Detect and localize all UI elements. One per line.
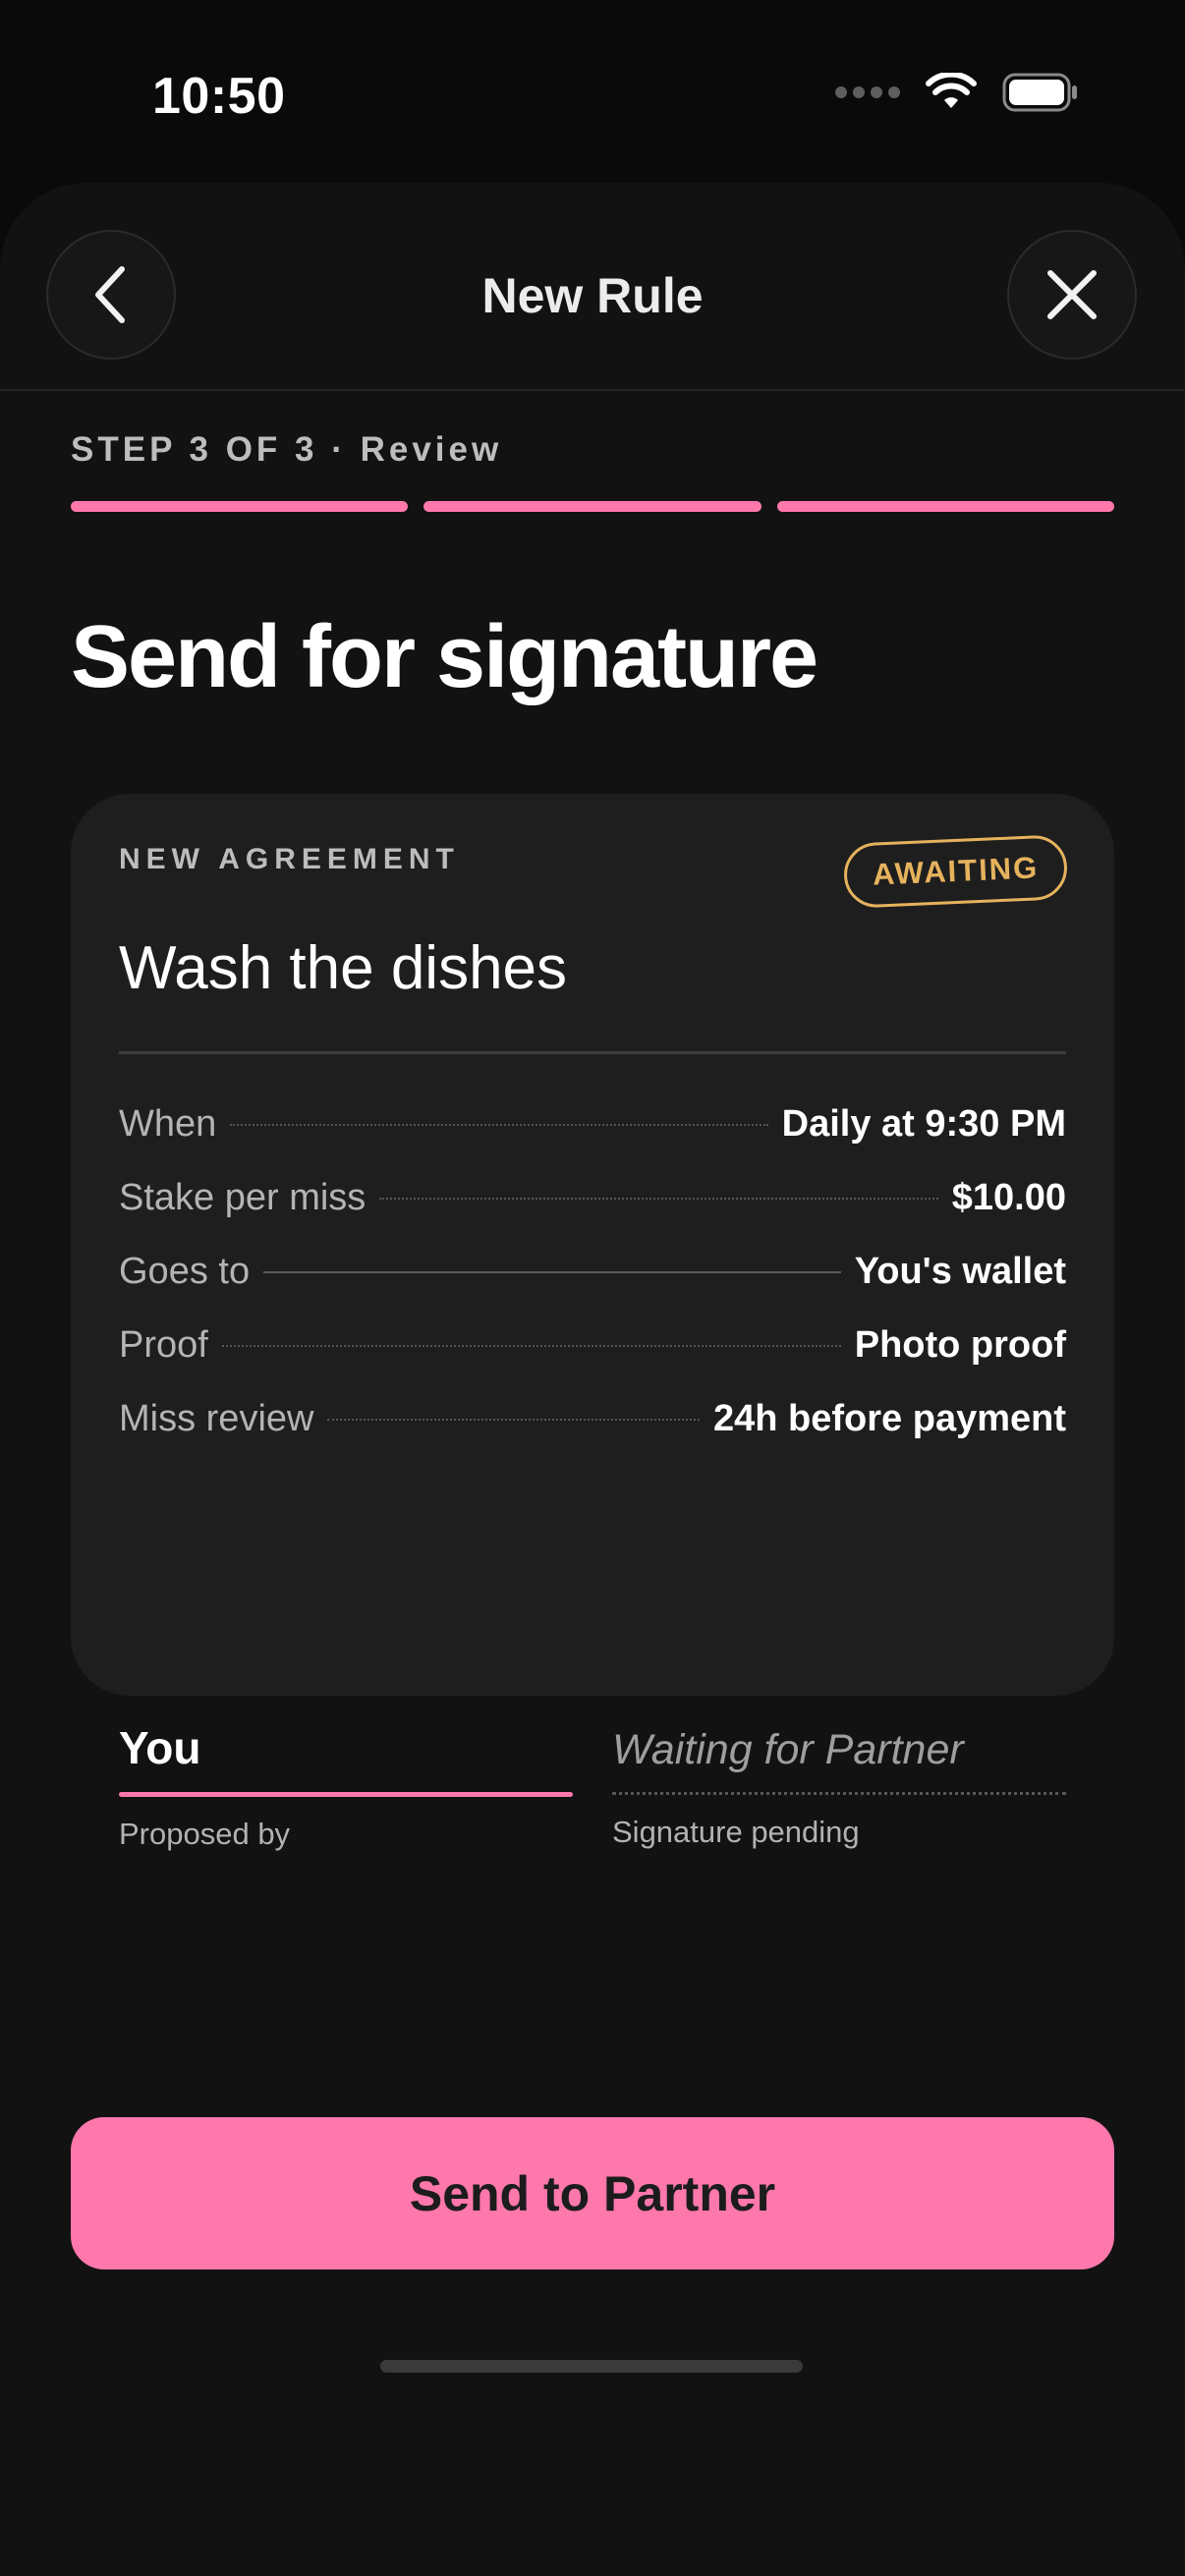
signature-caption: Proposed by — [119, 1817, 291, 1851]
screen: 10:50 New Rule STEP 3 OF 3 · Review Send… — [0, 0, 1185, 2576]
card-divider — [119, 1051, 1066, 1054]
wifi-icon — [926, 73, 977, 108]
detail-label: Miss review — [119, 1398, 314, 1439]
battery-icon — [1002, 73, 1077, 112]
signature-caption: Signature pending — [612, 1815, 860, 1849]
signature-line-signed — [119, 1792, 573, 1797]
status-badge: AWAITING — [842, 834, 1069, 909]
detail-label: Proof — [119, 1324, 208, 1366]
detail-label: Stake per miss — [119, 1177, 367, 1218]
cellular-signal-icon — [835, 86, 900, 98]
leader-line — [221, 1345, 841, 1347]
send-to-partner-button[interactable]: Send to Partner — [71, 2117, 1114, 2269]
detail-row-when: When Daily at 9:30 PM — [119, 1103, 1066, 1177]
signature-name-pending: Waiting for Partner — [612, 1726, 964, 1773]
detail-value: Photo proof — [854, 1324, 1066, 1366]
agreement-details: When Daily at 9:30 PM Stake per miss $10… — [119, 1103, 1066, 1472]
step-label: STEP 3 OF 3 · Review — [71, 430, 503, 469]
status-bar: 10:50 — [0, 0, 1185, 187]
page-title: Send for signature — [71, 608, 818, 706]
detail-value: $10.00 — [951, 1177, 1066, 1218]
detail-row-stake: Stake per miss $10.00 — [119, 1177, 1066, 1251]
close-icon — [1047, 270, 1097, 319]
progress-segment-2 — [423, 501, 762, 512]
home-indicator — [380, 2360, 803, 2373]
signature-name: You — [119, 1722, 201, 1773]
signature-partner: Waiting for Partner Signature pending — [612, 1708, 1066, 1850]
signature-proposer: You Proposed by — [119, 1708, 573, 1852]
progress-segment-1 — [71, 501, 409, 512]
signature-name-line: Waiting for Partner — [612, 1708, 1066, 1792]
step-progress — [71, 501, 1114, 512]
detail-value: 24h before payment — [713, 1398, 1066, 1439]
detail-value: Daily at 9:30 PM — [781, 1103, 1066, 1145]
signature-name-line: You — [119, 1708, 573, 1792]
detail-value: You's wallet — [854, 1251, 1066, 1292]
detail-row-miss-review: Miss review 24h before payment — [119, 1398, 1066, 1472]
detail-label: When — [119, 1103, 217, 1145]
progress-segment-3 — [776, 501, 1114, 512]
leader-line — [327, 1419, 700, 1421]
leader-line — [263, 1271, 841, 1273]
card-eyebrow: NEW AGREEMENT — [119, 843, 460, 875]
status-time: 10:50 — [152, 68, 286, 125]
detail-label: Goes to — [119, 1251, 251, 1292]
detail-row-proof: Proof Photo proof — [119, 1324, 1066, 1398]
status-icons — [835, 73, 1079, 112]
nav-header: New Rule — [0, 183, 1185, 391]
leader-line — [230, 1124, 768, 1126]
signature-line-pending — [612, 1792, 1066, 1795]
close-button[interactable] — [1007, 230, 1137, 360]
leader-line — [379, 1198, 938, 1200]
agreement-title: Wash the dishes — [119, 934, 568, 1002]
detail-row-goes-to: Goes to You's wallet — [119, 1251, 1066, 1324]
agreement-card: NEW AGREEMENT AWAITING Wash the dishes W… — [71, 794, 1114, 1696]
